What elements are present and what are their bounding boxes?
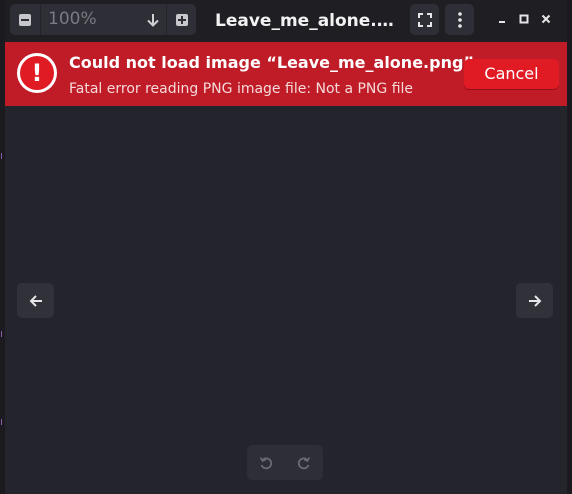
previous-image-button[interactable] xyxy=(17,283,54,318)
error-icon-glyph: ! xyxy=(20,56,54,90)
edge-glyph: ı xyxy=(0,327,4,340)
maximize-button[interactable] xyxy=(514,8,534,30)
fullscreen-button[interactable] xyxy=(410,4,439,35)
rotate-left-button[interactable] xyxy=(247,445,285,480)
arrow-down-icon xyxy=(147,13,159,27)
divider xyxy=(40,4,41,35)
image-viewer-window: 100% Leave_me_alone.… ! Could not load i… xyxy=(5,0,567,494)
error-title: Could not load image “Leave_me_alone.png… xyxy=(69,53,481,72)
window-title: Leave_me_alone.… xyxy=(215,11,394,31)
minimize-button[interactable] xyxy=(492,8,512,30)
rotate-right-icon xyxy=(297,456,311,469)
error-message: Fatal error reading PNG image file: Not … xyxy=(69,81,414,97)
minus-icon xyxy=(19,13,31,26)
plus-icon xyxy=(176,13,188,26)
minimize-icon xyxy=(499,21,505,23)
arrow-left-icon xyxy=(29,294,42,307)
header-bar: 100% Leave_me_alone.… xyxy=(5,0,567,42)
close-icon xyxy=(541,14,551,24)
arrow-right-icon xyxy=(528,294,541,307)
background-strip-right xyxy=(567,0,572,494)
next-image-button[interactable] xyxy=(516,283,553,318)
zoom-out-button[interactable] xyxy=(10,4,40,35)
kebab-menu-icon xyxy=(457,11,462,28)
edge-glyph: ı xyxy=(0,149,4,162)
fullscreen-icon xyxy=(417,12,432,27)
error-icon: ! xyxy=(17,53,57,93)
rotate-right-button[interactable] xyxy=(285,445,323,480)
edge-glyph: ı xyxy=(0,415,4,428)
zoom-dropdown-button[interactable] xyxy=(140,4,166,35)
main-menu-button[interactable] xyxy=(445,4,474,35)
cancel-button[interactable]: Cancel xyxy=(464,59,559,89)
zoom-value[interactable]: 100% xyxy=(48,4,97,35)
zoom-control: 100% xyxy=(10,4,196,35)
error-banner: ! Could not load image “Leave_me_alone.p… xyxy=(5,42,567,106)
maximize-icon xyxy=(519,14,529,24)
close-button[interactable] xyxy=(536,8,556,30)
zoom-in-button[interactable] xyxy=(167,4,197,35)
rotate-controls xyxy=(247,445,323,480)
rotate-left-icon xyxy=(259,456,273,469)
